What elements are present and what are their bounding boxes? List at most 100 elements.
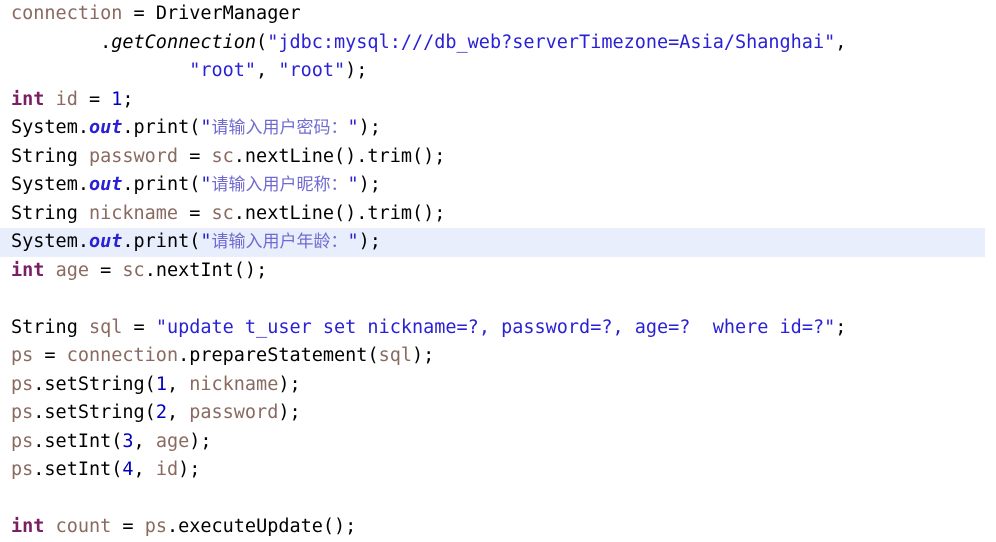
code-line[interactable]: int count = ps.executeUpdate(); — [0, 513, 996, 542]
code-token-plain: .nextLine().trim(); — [233, 202, 446, 224]
code-line[interactable]: int id = 1; — [0, 86, 996, 115]
code-line[interactable] — [0, 285, 996, 314]
code-token-plain: , — [835, 31, 847, 53]
code-token-cjk: 请输入用户密码： — [211, 118, 348, 138]
code-token-num: 1 — [155, 373, 167, 395]
code-line[interactable]: ps.setInt(3, age); — [0, 428, 996, 457]
code-token-field: out — [88, 231, 123, 252]
code-token-plain: .setString( — [33, 373, 156, 395]
code-token-var: password — [88, 145, 179, 167]
code-line[interactable]: System.out.print("请输入用户密码："); — [0, 114, 996, 143]
code-token-var: nickname — [189, 373, 279, 395]
code-token-keyword: int — [11, 88, 45, 110]
code-token-plain: ); — [278, 402, 301, 423]
code-line[interactable]: ps = connection.prepareStatement(sql); — [0, 342, 996, 371]
code-token-plain: .setInt( — [33, 459, 123, 480]
code-token-field: out — [88, 117, 123, 138]
code-line[interactable]: .getConnection("jdbc:mysql:///db_web?ser… — [0, 29, 996, 58]
code-line[interactable]: System.out.print("请输入用户昵称："); — [0, 171, 996, 200]
code-token-string: " — [347, 231, 359, 252]
code-token-var: sc — [122, 259, 145, 281]
code-token-cjk: 请输入用户昵称： — [211, 175, 348, 195]
code-token-string: "root" — [278, 60, 346, 81]
code-line[interactable]: "root", "root"); — [0, 57, 996, 86]
code-token-plain: = — [88, 259, 123, 281]
code-token-plain: .setInt( — [33, 430, 123, 452]
code-token-plain: ); — [358, 117, 381, 138]
code-token-plain: , — [256, 60, 279, 81]
code-token-plain: System. — [11, 231, 89, 252]
code-token-plain: = — [122, 3, 156, 24]
code-token-plain: .setString( — [33, 402, 156, 423]
code-token-var: age — [155, 430, 190, 452]
code-token-num: 2 — [155, 402, 167, 423]
code-token-plain: , — [166, 373, 190, 395]
code-token-plain: .nextLine().trim(); — [233, 145, 446, 167]
code-token-plain: String — [11, 145, 89, 167]
code-token-cjk: 请输入用户年龄： — [211, 232, 348, 252]
code-line[interactable]: String nickname = sc.nextLine().trim(); — [0, 200, 996, 229]
code-token-plain: ); — [189, 430, 212, 452]
code-token-plain: String — [11, 202, 89, 224]
code-editor-view[interactable]: connection = DriverManager .getConnectio… — [0, 0, 996, 537]
code-token-string: " — [347, 117, 359, 138]
code-line[interactable]: System.out.print("请输入用户年龄："); — [0, 228, 985, 257]
code-token-var: ps — [11, 345, 34, 366]
code-token-var: sql — [378, 345, 412, 366]
code-token-plain: .prepareStatement( — [178, 345, 379, 366]
code-line[interactable] — [0, 485, 996, 514]
code-token-string: " — [347, 174, 359, 195]
code-line[interactable]: String password = sc.nextLine().trim(); — [0, 143, 996, 172]
code-token-string: "jdbc:mysql:///db_web?serverTimezone=Asi… — [267, 31, 836, 53]
code-token-plain: .nextInt(); — [144, 259, 268, 281]
code-token-string: " — [200, 117, 212, 138]
code-line[interactable]: String sql = "update t_user set nickname… — [0, 314, 996, 343]
code-token-var: ps — [11, 402, 34, 423]
code-token-plain: = — [33, 345, 67, 366]
code-token-plain: .print( — [122, 117, 201, 138]
code-token-string: " — [200, 231, 212, 252]
code-token-plain: .print( — [122, 174, 201, 195]
code-token-plain: , — [166, 402, 190, 423]
code-token-num: 4 — [122, 459, 134, 480]
code-token-plain: ); — [178, 459, 201, 480]
code-token-plain: . — [100, 31, 112, 53]
code-token-plain: ( — [256, 31, 268, 53]
code-token-var: ps — [11, 430, 34, 452]
code-token-plain: String — [11, 316, 89, 338]
code-token-plain: DriverManager — [155, 3, 301, 24]
code-token-var: ps — [11, 459, 34, 480]
code-token-plain: ); — [358, 231, 381, 252]
code-line[interactable]: ps.setInt(4, id); — [0, 456, 996, 485]
code-token-var: connection — [66, 345, 179, 366]
code-token-plain: ; — [122, 88, 134, 110]
code-token-plain: ); — [358, 174, 381, 195]
code-line[interactable]: ps.setString(2, password); — [0, 399, 996, 428]
code-token-var: id — [55, 88, 78, 110]
code-line[interactable]: ps.setString(1, nickname); — [0, 371, 996, 400]
code-token-string: "root" — [189, 60, 257, 81]
code-token-plain: .print( — [122, 231, 201, 252]
code-token-var: age — [55, 259, 89, 281]
code-token-var: sc — [211, 202, 234, 224]
code-token-keyword: int — [11, 259, 45, 281]
code-token-plain: , — [133, 430, 156, 452]
code-token-plain: ; — [835, 316, 847, 338]
code-token-plain: System. — [11, 117, 89, 138]
code-token-plain: ); — [412, 345, 435, 366]
code-line[interactable]: connection = DriverManager — [0, 0, 996, 29]
code-line[interactable]: int age = sc.nextInt(); — [0, 257, 996, 286]
code-token-var: connection — [11, 3, 123, 24]
code-token-num: 3 — [122, 430, 134, 452]
code-token-var: ps — [11, 373, 34, 395]
code-token-var: nickname — [88, 202, 179, 224]
code-token-plain: ); — [278, 373, 301, 395]
code-token-num: 1 — [111, 88, 123, 110]
code-token-var: sql — [88, 316, 123, 338]
code-token-plain: = — [178, 145, 212, 167]
code-token-plain: ); — [345, 60, 368, 81]
